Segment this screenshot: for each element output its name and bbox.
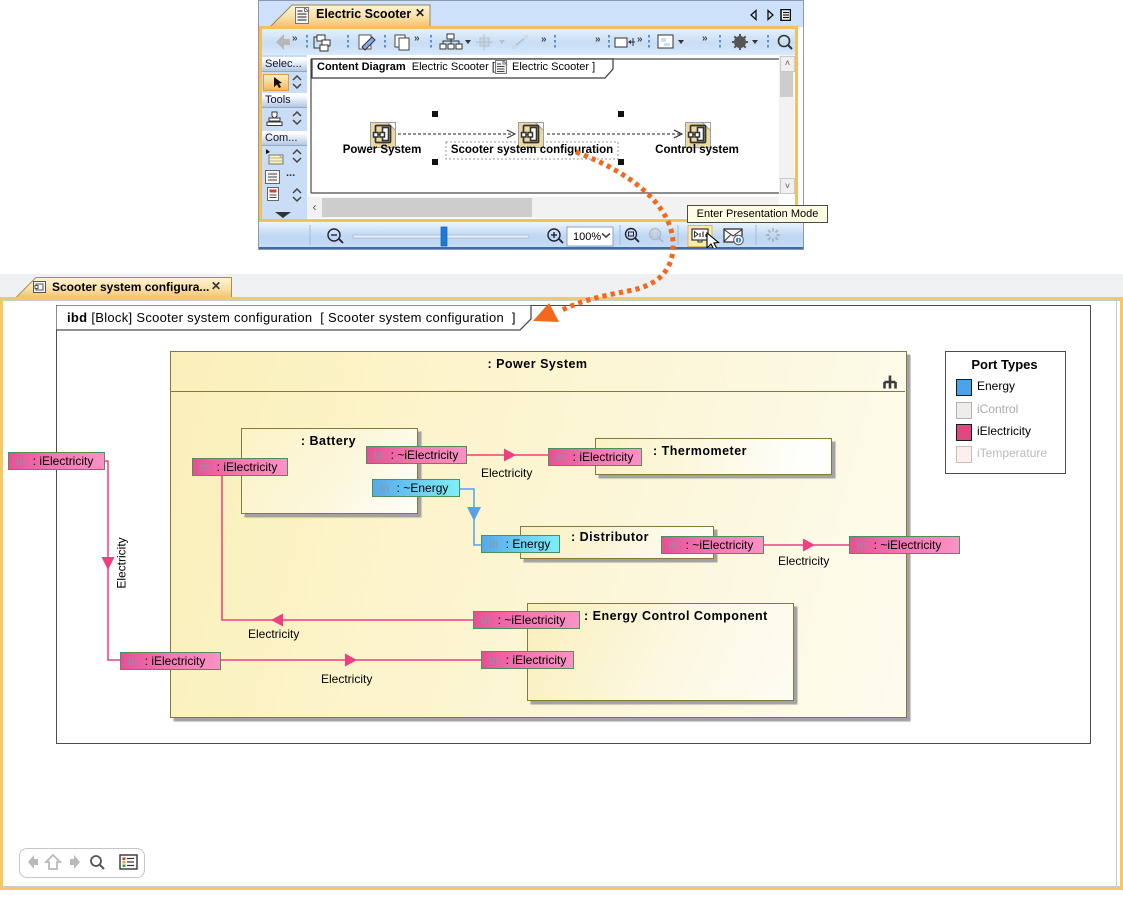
svg-text:100%: 100% xyxy=(573,231,601,243)
svg-text:»: » xyxy=(292,33,298,44)
svg-text:»: » xyxy=(595,34,601,45)
svg-text:»: » xyxy=(637,34,643,45)
svg-text:»: » xyxy=(414,33,420,44)
svg-text:»: » xyxy=(541,34,547,45)
svg-text:»: » xyxy=(702,33,708,44)
svg-text:1:1: 1:1 xyxy=(651,233,660,239)
